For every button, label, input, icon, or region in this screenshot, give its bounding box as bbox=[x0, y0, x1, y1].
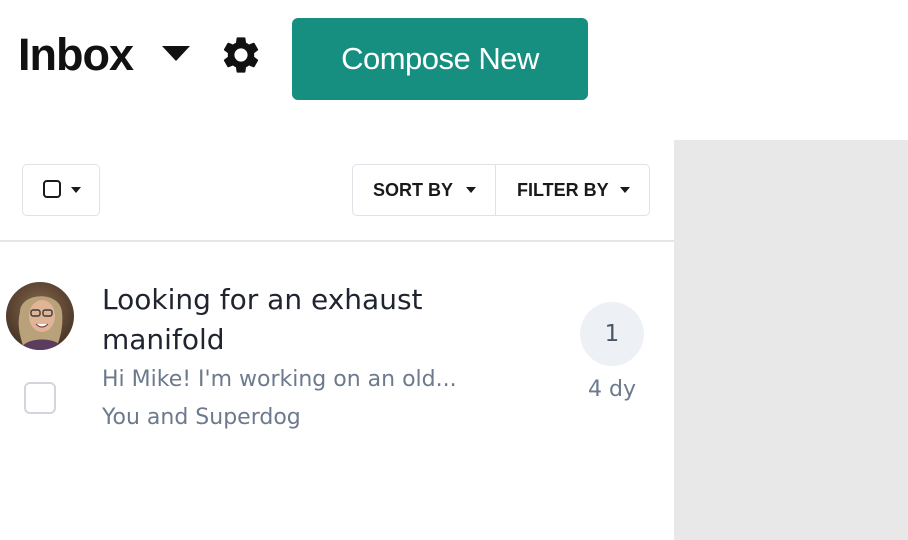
message-participants: You and Superdog bbox=[102, 405, 301, 430]
caret-down-icon bbox=[71, 187, 81, 193]
sort-by-button[interactable]: SORT BY bbox=[353, 165, 496, 215]
compose-new-button[interactable]: Compose New bbox=[292, 18, 588, 100]
sort-by-label: SORT BY bbox=[373, 180, 454, 200]
message-preview: Hi Mike! I'm working on an old... bbox=[102, 367, 457, 392]
caret-down-icon[interactable] bbox=[162, 46, 190, 61]
avatar bbox=[6, 282, 74, 350]
select-all-dropdown[interactable] bbox=[22, 164, 100, 216]
caret-down-icon bbox=[620, 187, 630, 193]
filter-by-button[interactable]: FILTER BY bbox=[496, 165, 649, 215]
message-count-badge: 1 bbox=[580, 302, 644, 366]
sort-filter-group: SORT BY FILTER BY bbox=[352, 164, 650, 216]
inbox-page: Inbox Compose New SORT BY FILTER BY Look… bbox=[0, 0, 908, 540]
message-subject: Looking for an exhaust manifold bbox=[102, 283, 423, 356]
checkbox-icon bbox=[43, 180, 61, 198]
header: Inbox Compose New bbox=[0, 0, 908, 120]
page-title: Inbox bbox=[18, 29, 134, 80]
filter-by-label: FILTER BY bbox=[517, 180, 609, 200]
caret-down-icon bbox=[466, 187, 476, 193]
message-row[interactable]: Looking for an exhaust manifold Hi Mike!… bbox=[0, 242, 674, 442]
message-age: 4 dy bbox=[588, 377, 636, 402]
gear-icon[interactable] bbox=[219, 33, 263, 77]
reading-pane bbox=[674, 140, 908, 540]
message-checkbox[interactable] bbox=[24, 382, 56, 414]
